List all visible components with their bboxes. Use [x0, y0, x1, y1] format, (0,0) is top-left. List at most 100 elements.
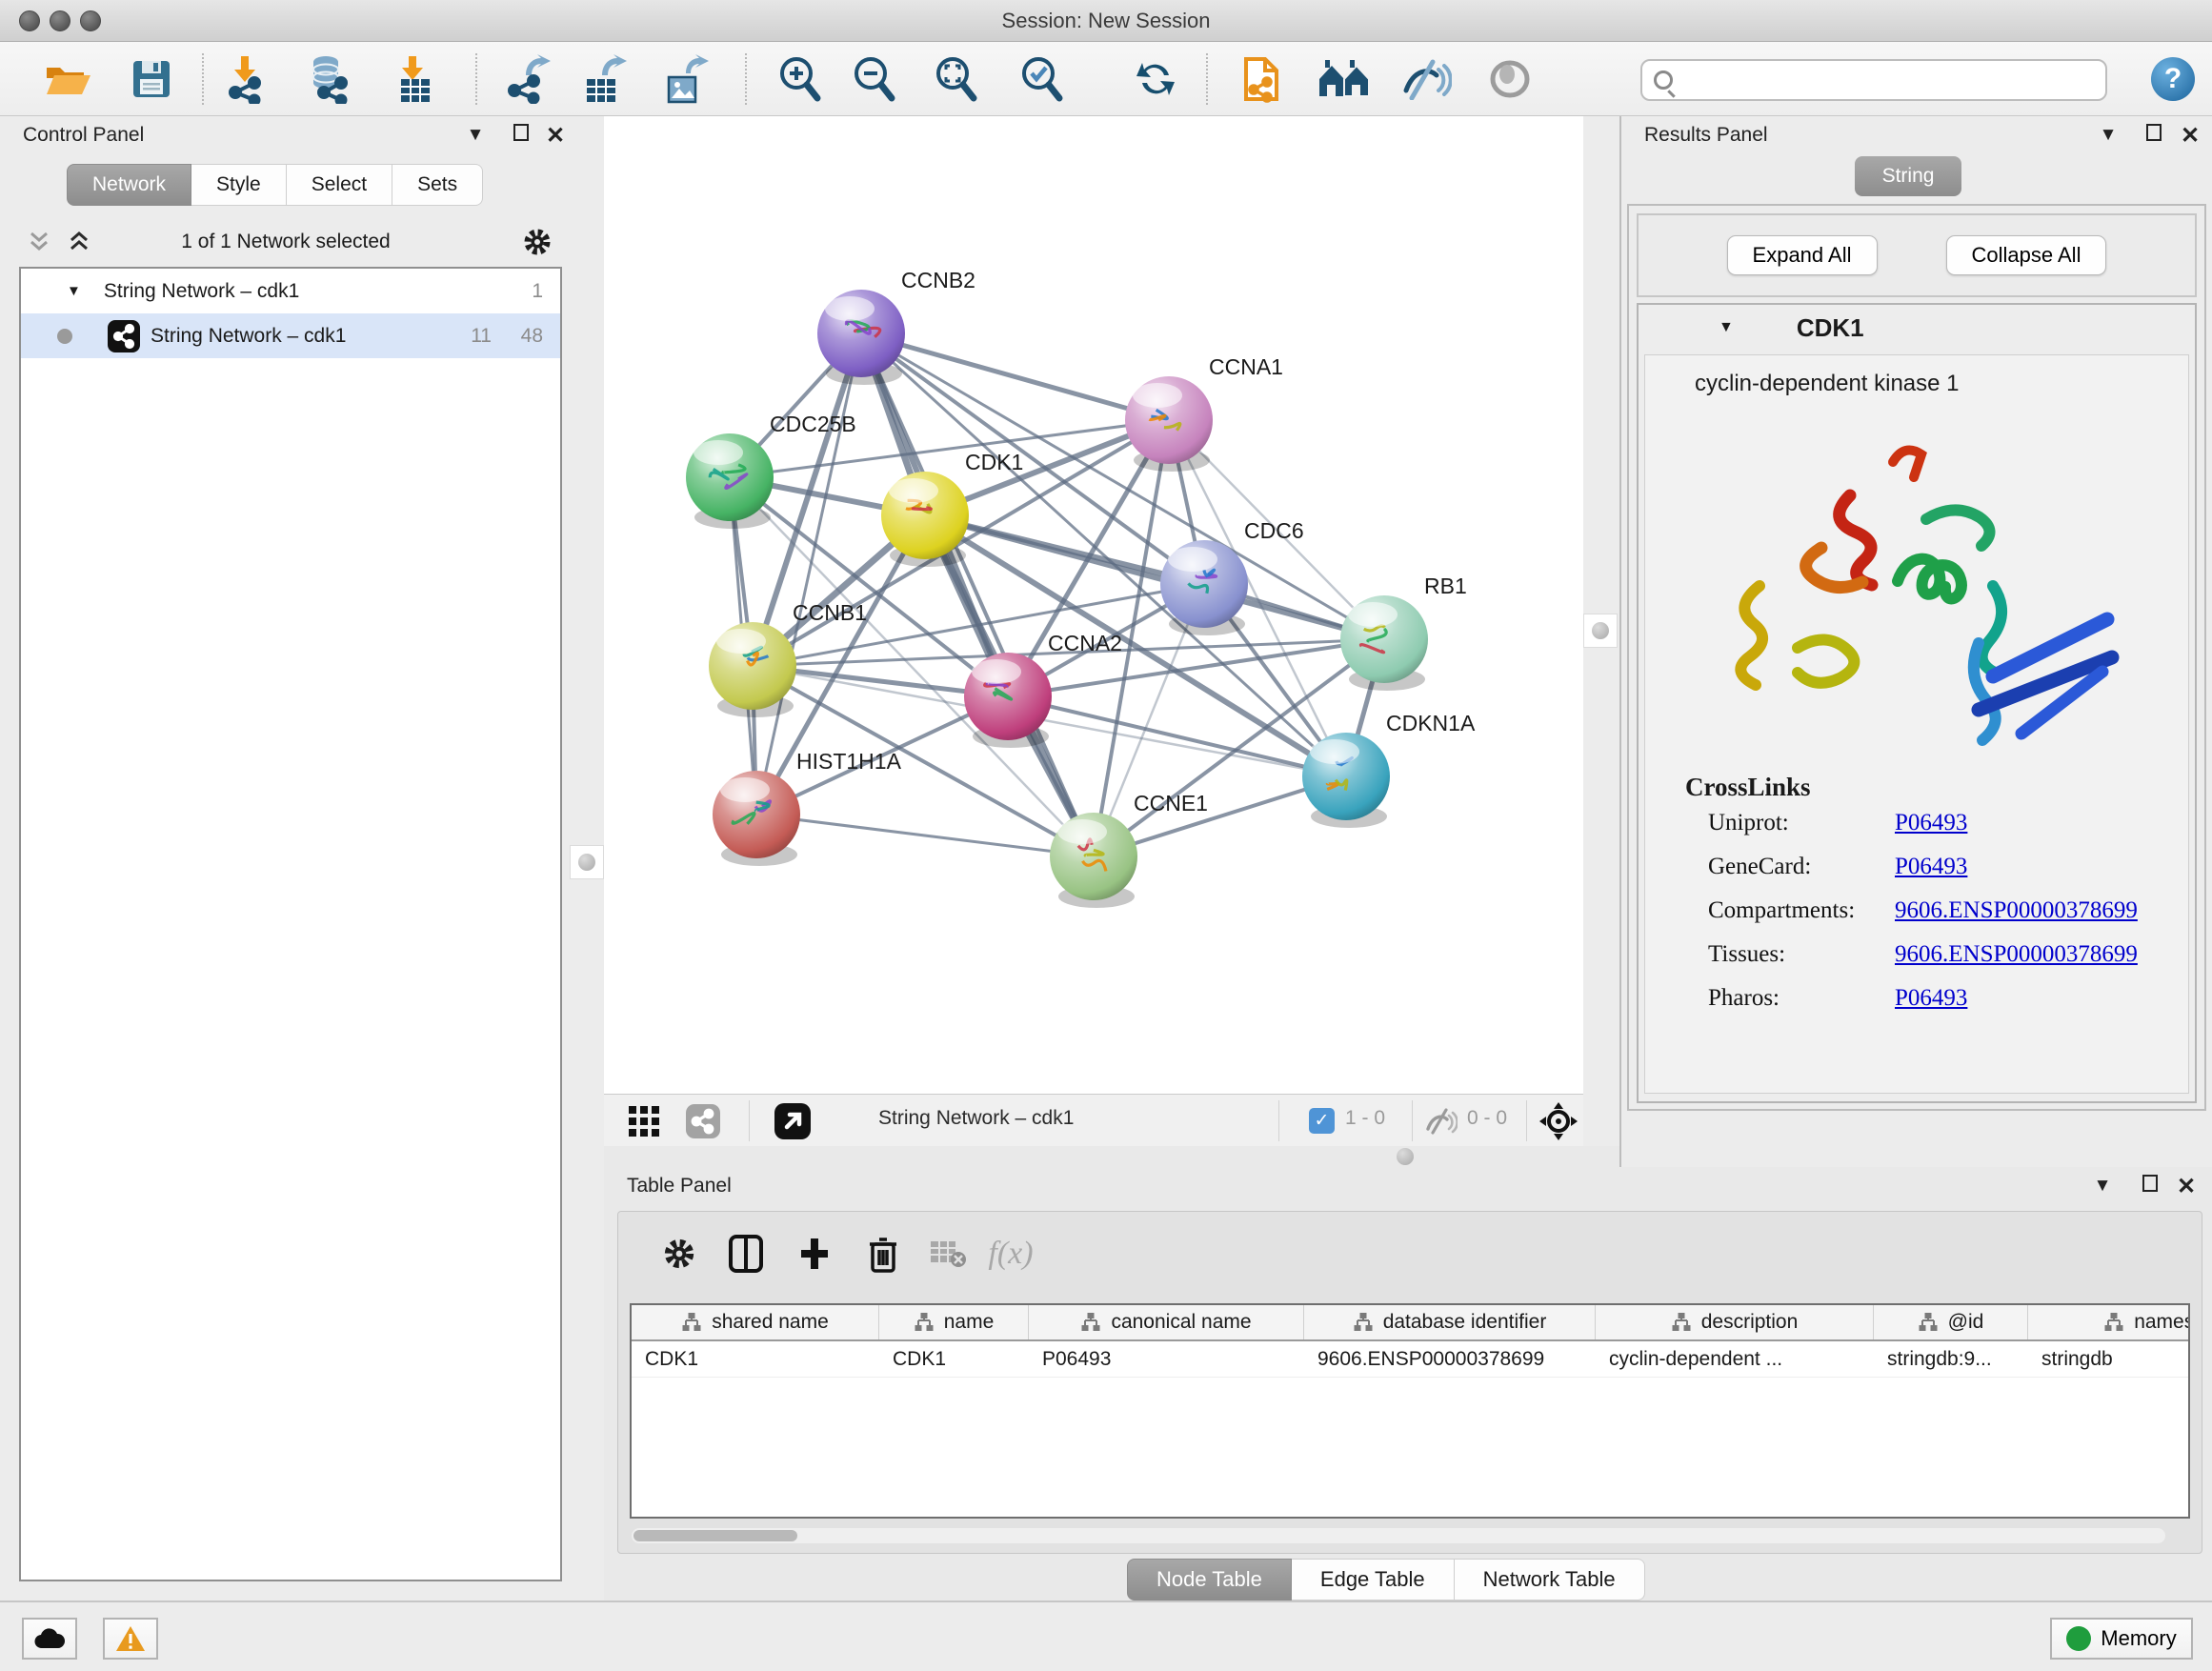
collapse-panel-button[interactable]: ▼: [2088, 1173, 2117, 1199]
network-collection-row[interactable]: ▼ String Network – cdk1 1: [21, 269, 560, 313]
warnings-button[interactable]: [103, 1618, 158, 1660]
left-splitter[interactable]: [572, 116, 604, 1601]
tab-edge-table[interactable]: Edge Table: [1292, 1559, 1455, 1601]
expand-all-button[interactable]: Expand All: [1727, 235, 1878, 275]
string-home-button[interactable]: [1315, 51, 1374, 107]
column-header-database-identifier[interactable]: database identifier: [1304, 1305, 1596, 1339]
export-image-button[interactable]: [657, 51, 716, 107]
network-node-HIST1H1A[interactable]: HIST1H1A: [713, 749, 902, 866]
close-panel-button[interactable]: ✕: [2172, 1173, 2201, 1199]
save-session-button[interactable]: [122, 51, 181, 107]
close-panel-button[interactable]: ✕: [2176, 122, 2204, 149]
tab-network-table[interactable]: Network Table: [1455, 1559, 1645, 1601]
open-in-new-window-button[interactable]: [768, 1100, 817, 1141]
fit-selected-button[interactable]: [1536, 1099, 1581, 1142]
network-edge[interactable]: [925, 515, 1384, 639]
scrollbar-thumb[interactable]: [633, 1530, 797, 1541]
column-header-name[interactable]: name: [879, 1305, 1029, 1339]
network-node-CDC6[interactable]: CDC6: [1160, 518, 1304, 635]
export-table-button[interactable]: [575, 51, 634, 107]
float-panel-button[interactable]: [2136, 1173, 2164, 1199]
birdseye-grid-button[interactable]: [621, 1100, 667, 1141]
horizontal-splitter-handle[interactable]: [1397, 1148, 1414, 1165]
gene-section-header[interactable]: ▼ CDK1: [1639, 305, 2195, 351]
right-splitter-handle[interactable]: [1583, 614, 1618, 648]
import-network-from-database-button[interactable]: [299, 51, 358, 107]
show-glass-button[interactable]: [1480, 51, 1539, 107]
table-cell[interactable]: CDK1: [879, 1341, 1029, 1377]
network-row[interactable]: String Network – cdk1 11 48: [21, 313, 560, 358]
column-type-icon: [1353, 1312, 1374, 1333]
apply-layout-button[interactable]: [1126, 51, 1185, 107]
eye-slash-icon: [1400, 58, 1452, 100]
show-columns-button[interactable]: [719, 1227, 773, 1280]
tab-select[interactable]: Select: [287, 164, 392, 206]
network-node-CDKN1A[interactable]: CDKN1A: [1302, 711, 1476, 828]
memory-button[interactable]: Memory: [2050, 1618, 2193, 1660]
search-input[interactable]: [1679, 63, 2105, 97]
tab-node-table[interactable]: Node Table: [1127, 1559, 1292, 1601]
network-node-RB1[interactable]: RB1: [1340, 574, 1467, 691]
table-row[interactable]: CDK1CDK1P064939606.ENSP00000378699cyclin…: [632, 1341, 2188, 1378]
column-header-description[interactable]: description: [1596, 1305, 1874, 1339]
table-horizontal-scrollbar[interactable]: [632, 1528, 2165, 1543]
tab-sets[interactable]: Sets: [392, 164, 483, 206]
table-cell[interactable]: 9606.ENSP00000378699: [1304, 1341, 1596, 1377]
zoom-fit-button[interactable]: [926, 51, 985, 107]
gene-section: ▼ CDK1 cyclin-dependent kinase 1: [1637, 303, 2197, 1103]
collapse-all-button[interactable]: Collapse All: [1946, 235, 2107, 275]
float-panel-button[interactable]: [2140, 122, 2168, 149]
crosslink-link[interactable]: P06493: [1895, 985, 1967, 1012]
crosslink-link[interactable]: 9606.ENSP00000378699: [1895, 941, 2138, 968]
export-network-button[interactable]: [499, 51, 558, 107]
delete-column-button[interactable]: [856, 1227, 910, 1280]
help-button[interactable]: ?: [2151, 57, 2195, 101]
tab-style[interactable]: Style: [191, 164, 287, 206]
tab-network[interactable]: Network: [67, 164, 191, 206]
cloud-icon: [33, 1627, 66, 1650]
column-header-shared-name[interactable]: shared name: [632, 1305, 879, 1339]
selected-indicator-checkbox[interactable]: ✓: [1309, 1108, 1335, 1134]
network-canvas[interactable]: CCNB2CCNA1CDC25BCDK1CDC6RB1CCNB1CCNA2CDK…: [604, 116, 1583, 1094]
node-label-RB1: RB1: [1424, 574, 1467, 598]
crosslink-link[interactable]: P06493: [1895, 854, 1967, 880]
collapse-panel-button[interactable]: ▼: [2094, 122, 2122, 149]
close-panel-button[interactable]: ✕: [541, 122, 570, 149]
string-import-button[interactable]: [1233, 51, 1292, 107]
cloud-status-button[interactable]: [22, 1618, 77, 1660]
column-header-canonical-name[interactable]: canonical name: [1029, 1305, 1304, 1339]
table-cell[interactable]: cyclin-dependent ...: [1596, 1341, 1874, 1377]
table-cell[interactable]: CDK1: [632, 1341, 879, 1377]
collapse-panel-button[interactable]: ▼: [461, 122, 490, 149]
network-node-CDK1[interactable]: CDK1: [881, 450, 1023, 567]
table-cell[interactable]: P06493: [1029, 1341, 1304, 1377]
open-session-button[interactable]: [38, 51, 97, 107]
crosslink-link[interactable]: P06493: [1895, 810, 1967, 836]
import-network-from-file-button[interactable]: [217, 51, 276, 107]
zoom-in-button[interactable]: [770, 51, 829, 107]
column-header-@id[interactable]: @id: [1874, 1305, 2028, 1339]
tab-string[interactable]: String: [1855, 156, 1961, 196]
hidden-eye-slash-icon[interactable]: [1425, 1108, 1458, 1135]
import-database-icon: [305, 54, 352, 104]
zoom-out-button[interactable]: [844, 51, 903, 107]
table-options-gear-button[interactable]: [653, 1227, 706, 1280]
table-cell[interactable]: stringdb: [2028, 1341, 2190, 1377]
left-splitter-handle[interactable]: [570, 845, 604, 879]
network-options-gear-button[interactable]: [522, 227, 551, 253]
right-splitter[interactable]: [1583, 116, 1619, 1167]
network-edge[interactable]: [861, 333, 1094, 856]
node-label-CCNA1: CCNA1: [1209, 354, 1283, 379]
column-header-namespace[interactable]: namespace: [2028, 1305, 2190, 1339]
import-table-from-file-button[interactable]: [385, 51, 444, 107]
network-node-CCNA1[interactable]: CCNA1: [1125, 354, 1283, 472]
float-panel-button[interactable]: [507, 122, 535, 149]
add-column-button[interactable]: [788, 1227, 841, 1280]
network-overview-button[interactable]: [680, 1100, 726, 1141]
table-cell[interactable]: stringdb:9...: [1874, 1341, 2028, 1377]
zoom-selected-button[interactable]: [1012, 51, 1071, 107]
network-edge[interactable]: [756, 333, 861, 815]
network-edge[interactable]: [756, 815, 1094, 856]
crosslink-link[interactable]: 9606.ENSP00000378699: [1895, 897, 2138, 924]
hide-glass-button[interactable]: [1397, 51, 1456, 107]
